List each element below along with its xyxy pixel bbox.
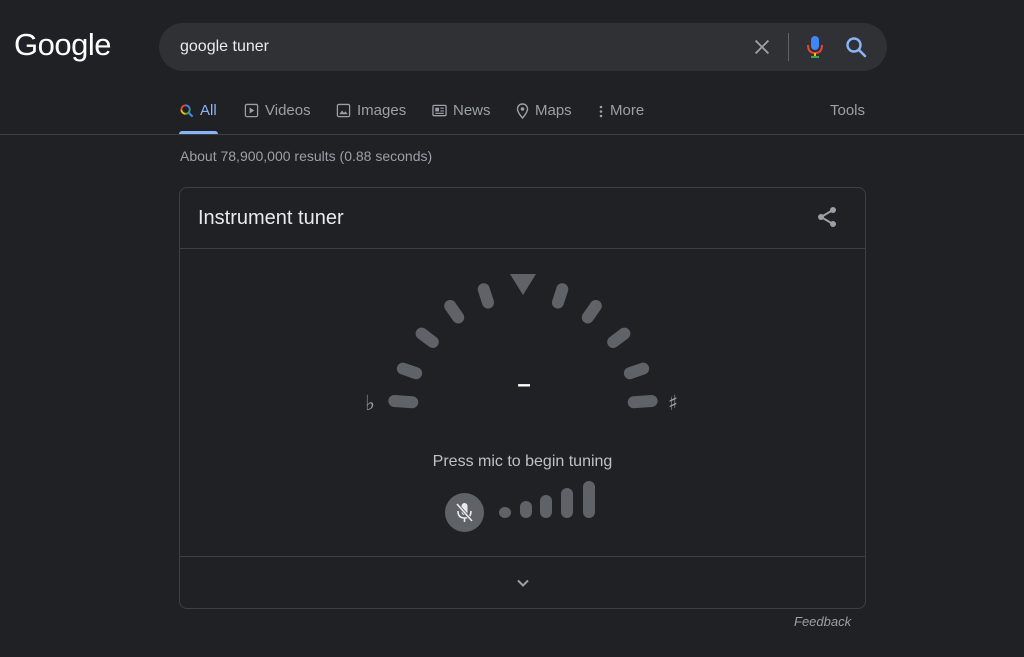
play-icon: [244, 103, 259, 118]
tab-images[interactable]: Images: [336, 102, 406, 134]
result-stats: About 78,900,000 results (0.88 seconds): [180, 148, 433, 164]
voice-search-button[interactable]: [803, 34, 827, 60]
search-bar-divider: [788, 33, 789, 61]
sharp-symbol: ♯: [668, 391, 679, 415]
signal-level-bars: [499, 481, 595, 518]
card-footer: [180, 556, 865, 608]
flat-symbol: ♭: [365, 391, 375, 415]
tab-news-label: News: [453, 102, 491, 119]
share-button[interactable]: [815, 205, 839, 229]
clear-search-button[interactable]: [751, 36, 773, 58]
dial-segment: [607, 327, 631, 349]
active-tab-indicator: [179, 131, 218, 134]
tab-images-label: Images: [357, 102, 407, 119]
tab-all[interactable]: All: [179, 102, 217, 134]
signal-bar: [583, 481, 595, 518]
tab-maps-label: Maps: [535, 102, 572, 119]
tab-news[interactable]: News: [432, 102, 491, 134]
instrument-tuner-card: Instrument tuner ♭ ♯ – Press mic to begi…: [179, 187, 866, 609]
search-icon: [180, 104, 194, 118]
tab-maps[interactable]: Maps: [516, 102, 572, 134]
expand-button[interactable]: [513, 573, 533, 593]
pitch-indicator-triangle: [510, 274, 536, 295]
search-input[interactable]: [180, 35, 740, 59]
tab-more[interactable]: More: [598, 102, 644, 134]
dial-segment: [477, 283, 495, 309]
signal-bar: [499, 507, 511, 518]
search-bar: [159, 23, 887, 71]
chevron-down-icon: [517, 579, 529, 587]
dial-segment: [581, 299, 602, 324]
dial-segment: [388, 394, 419, 409]
dial-segment: [627, 394, 658, 409]
search-icon: [846, 37, 867, 58]
tab-all-label: All: [200, 102, 217, 119]
search-tabs: All Videos Images News Maps More: [0, 96, 1024, 135]
tuner-dial: [388, 274, 658, 518]
close-icon: [754, 39, 770, 55]
feedback-link[interactable]: Feedback: [794, 614, 851, 629]
mic-off-icon: [455, 502, 474, 523]
google-logo[interactable]: Google: [14, 27, 111, 63]
dial-segment: [623, 362, 650, 380]
signal-bar: [561, 488, 573, 518]
more-vert-icon: [599, 105, 603, 118]
tab-videos[interactable]: Videos: [244, 102, 311, 134]
search-button[interactable]: [844, 35, 868, 59]
dial-segment: [444, 299, 465, 324]
card-title: Instrument tuner: [198, 207, 344, 229]
mic-icon: [807, 36, 823, 58]
news-icon: [432, 104, 447, 117]
tab-videos-label: Videos: [265, 102, 311, 119]
map-pin-icon: [516, 103, 529, 119]
image-icon: [336, 103, 351, 118]
tools-button[interactable]: Tools: [830, 102, 865, 119]
dial-segment: [396, 362, 423, 380]
signal-bar: [520, 501, 532, 518]
start-tuning-mic-button[interactable]: [445, 493, 484, 532]
detected-note: –: [517, 371, 531, 398]
signal-bar: [540, 495, 552, 518]
tab-more-label: More: [610, 102, 645, 119]
dial-segment: [551, 283, 569, 309]
dial-segment: [415, 327, 439, 349]
share-icon: [818, 207, 836, 227]
tuning-prompt: Press mic to begin tuning: [432, 453, 613, 470]
card-header: Instrument tuner: [180, 188, 865, 249]
